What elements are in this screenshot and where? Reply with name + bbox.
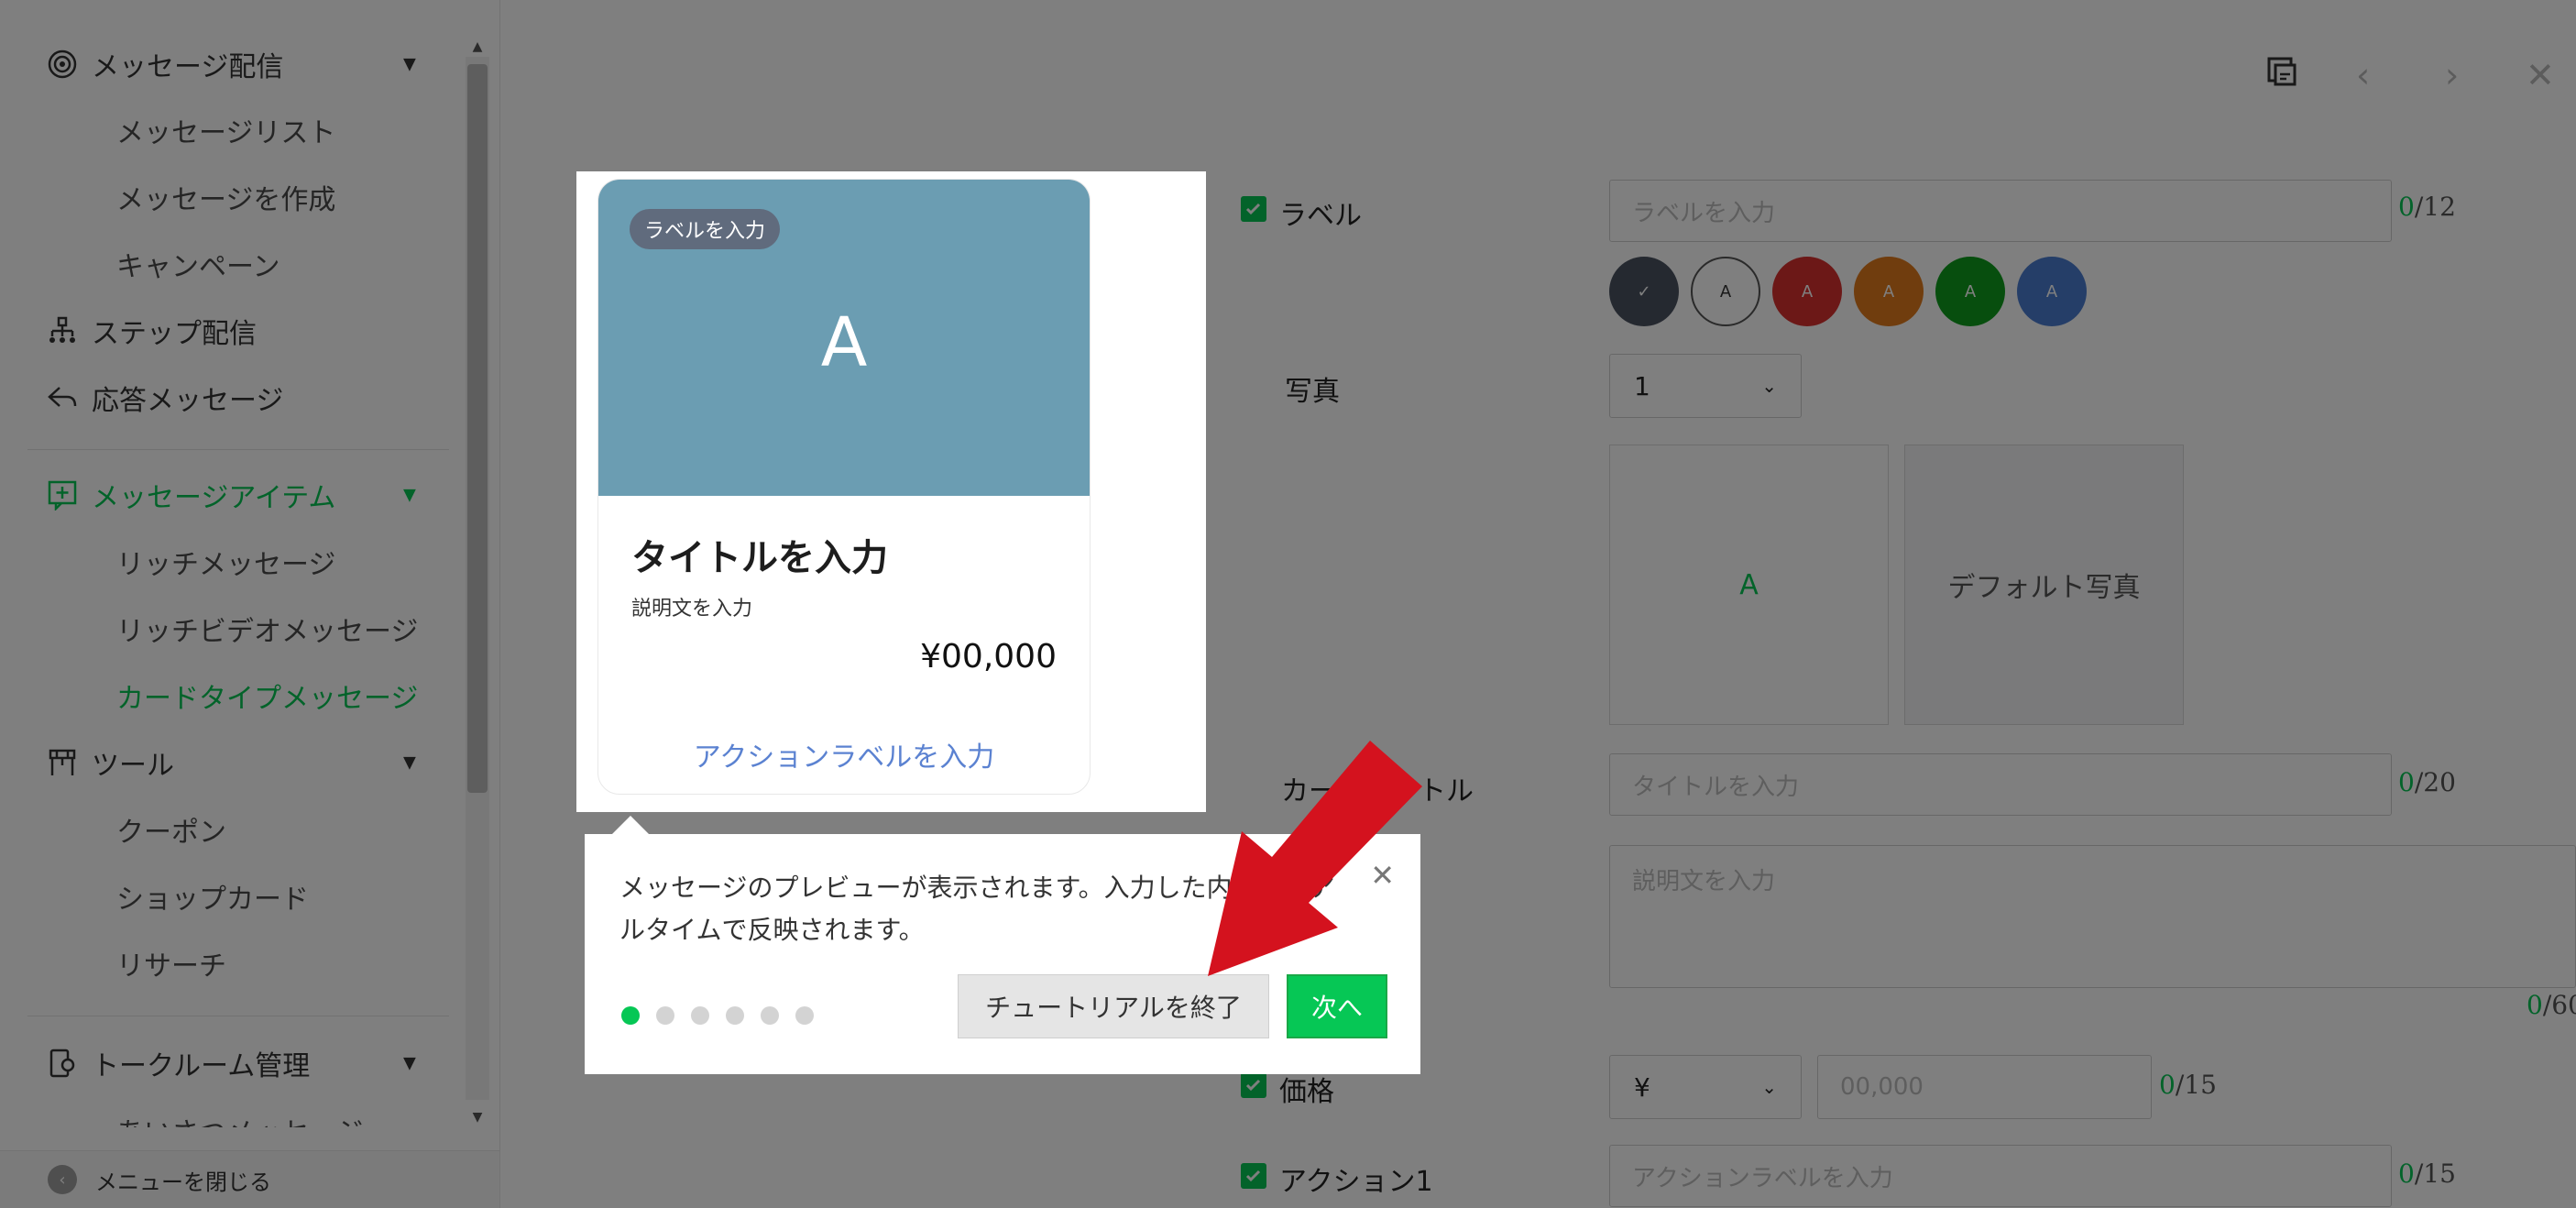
red-arrow-annotation	[1208, 741, 1422, 976]
